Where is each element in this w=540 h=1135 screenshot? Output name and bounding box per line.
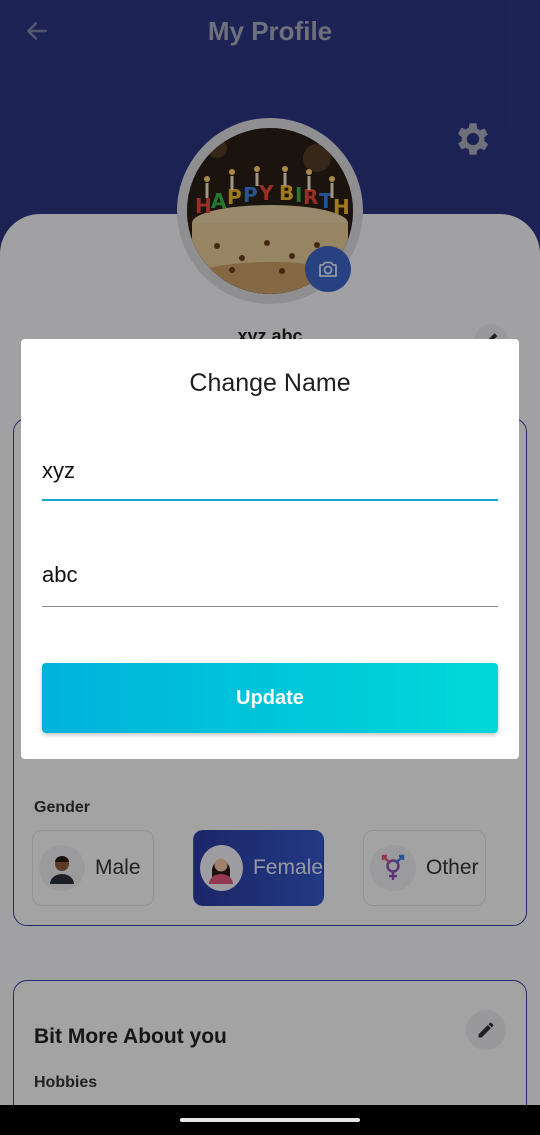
update-button[interactable]: Update	[42, 663, 498, 733]
first-name-underline	[42, 499, 498, 501]
first-name-input[interactable]	[42, 443, 498, 499]
last-name-underline	[42, 606, 498, 607]
dialog-title: Change Name	[189, 369, 351, 397]
system-navigation-bar	[0, 1105, 540, 1135]
home-indicator[interactable]	[180, 1118, 360, 1122]
change-name-dialog: Change Name Update	[21, 339, 519, 759]
last-name-input[interactable]	[42, 547, 498, 603]
